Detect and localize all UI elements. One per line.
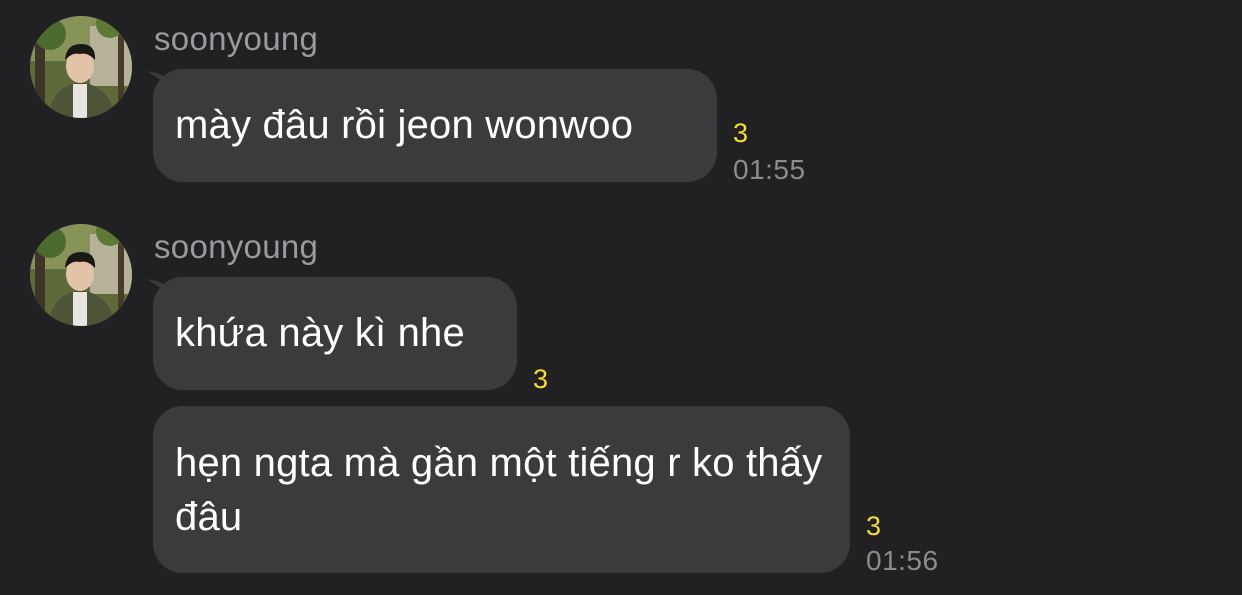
- message-time: 01:56: [866, 545, 939, 576]
- avatar-photo-icon: [30, 16, 132, 118]
- message-bubble[interactable]: hẹn ngta mà gần một tiếng r ko thấy đâu: [153, 406, 850, 573]
- message-bubble[interactable]: mày đâu rồi jeon wonwoo: [153, 69, 717, 182]
- sender-avatar[interactable]: [30, 224, 132, 326]
- message-text: hẹn ngta mà gần một tiếng r ko thấy đâu: [175, 441, 823, 539]
- sender-avatar[interactable]: [30, 16, 132, 118]
- message-text: khứa này kì nhe: [175, 311, 465, 355]
- sender-name: soonyoung: [154, 20, 319, 57]
- message-text: mày đâu rồi jeon wonwoo: [175, 103, 634, 147]
- sender-name: soonyoung: [154, 228, 319, 265]
- avatar-photo-icon: [30, 224, 132, 326]
- message-time: 01:55: [733, 154, 806, 185]
- unread-count: 3: [733, 118, 749, 148]
- message-bubble[interactable]: khứa này kì nhe: [153, 277, 517, 390]
- unread-count: 3: [866, 511, 882, 541]
- unread-count: 3: [533, 364, 549, 394]
